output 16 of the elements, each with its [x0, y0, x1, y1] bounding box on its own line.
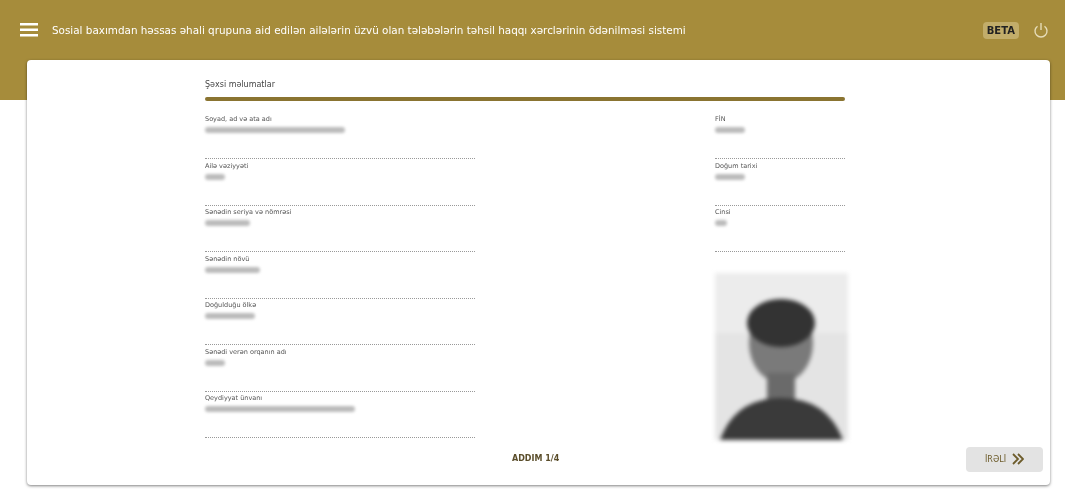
- blurred-value: [715, 220, 727, 226]
- section-title: Şəxsi məlumatlar: [205, 80, 276, 91]
- blurred-value: [205, 220, 250, 226]
- blurred-value: [205, 359, 225, 366]
- beta-badge: BETA: [982, 21, 1019, 39]
- blurred-value: [205, 173, 225, 180]
- blurred-value: [715, 173, 745, 180]
- blurred-value: [205, 313, 255, 319]
- double-chevron-icon: [1012, 453, 1024, 466]
- power-icon[interactable]: [1033, 21, 1049, 39]
- blurred-value: [715, 127, 745, 133]
- blurred-value: [205, 266, 260, 273]
- menu-icon[interactable]: [20, 23, 38, 37]
- next-button[interactable]: İRƏLİ: [966, 446, 1043, 472]
- app-title: Sosial baxımdan həssas əhali qrupuna aid edilən ailələrin üzvü olan tələbələrin təhsil haqqı xərclərinin ödənilməsi sistemi: [52, 24, 687, 36]
- step-indicator: ADDIM 1/4: [512, 453, 560, 463]
